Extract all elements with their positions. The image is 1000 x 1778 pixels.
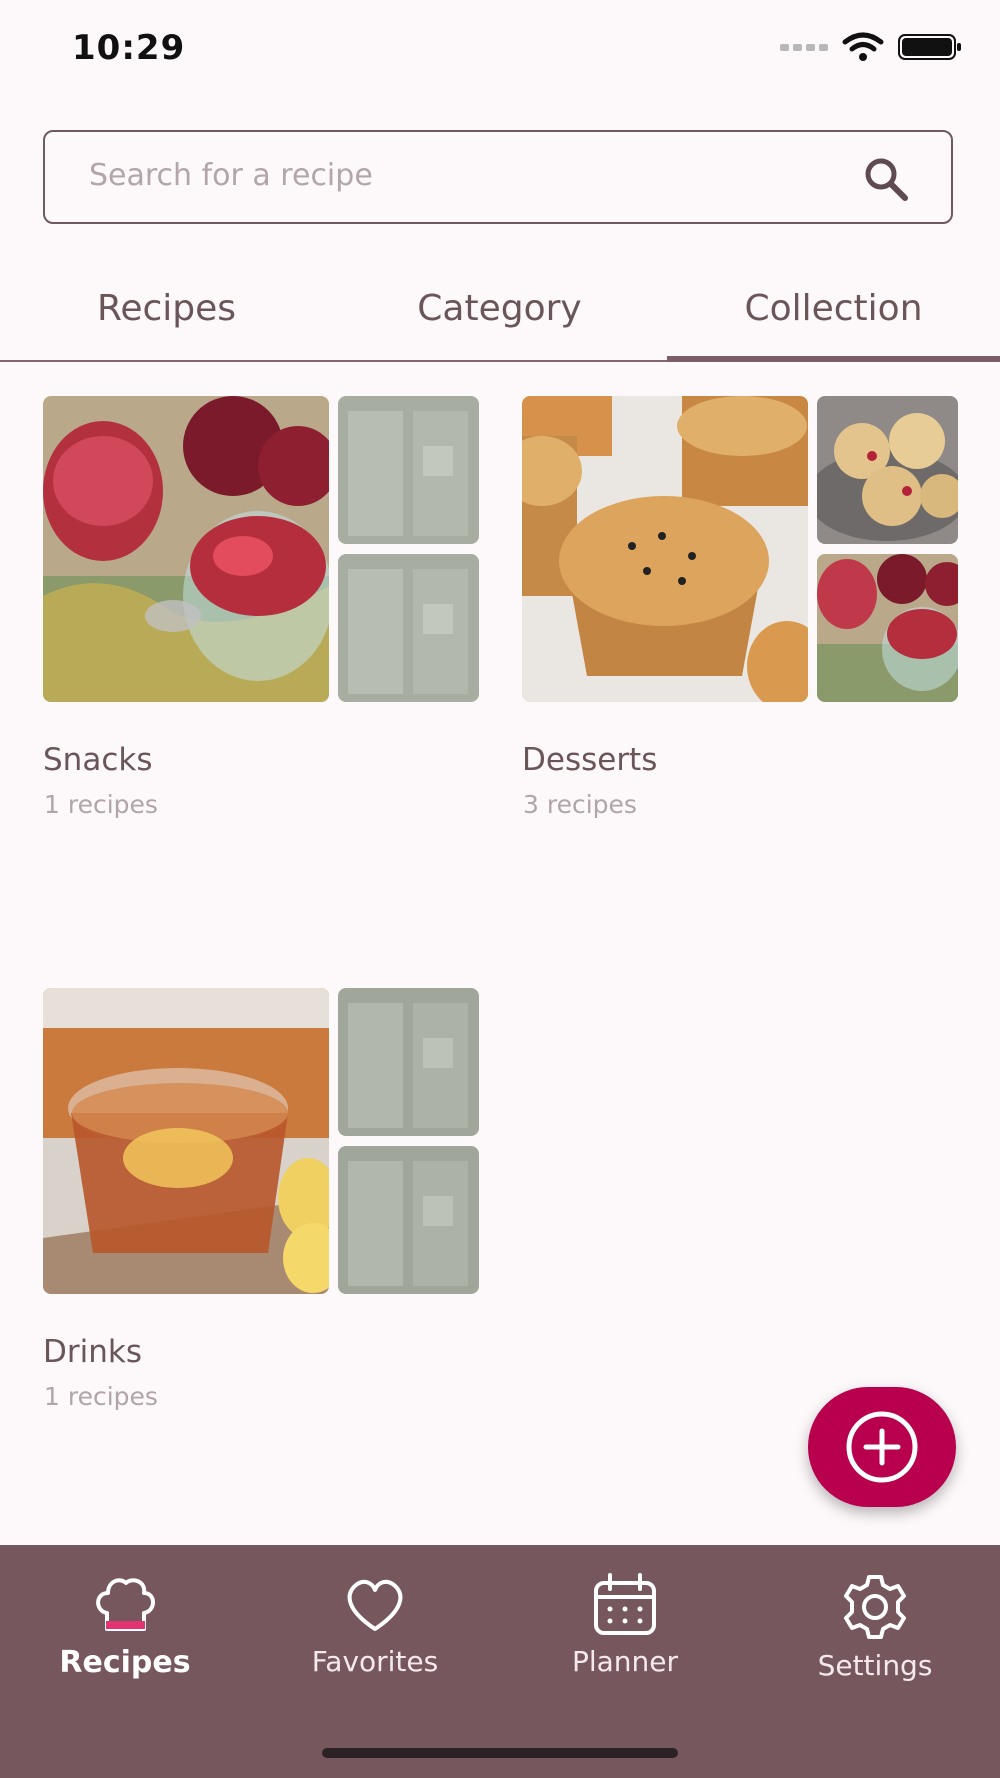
nav-label: Settings: [817, 1649, 933, 1682]
collection-thumb-placeholder: [338, 396, 479, 544]
collection-cover-image: [43, 396, 329, 702]
heart-icon: [347, 1579, 403, 1631]
collection-count: 3 recipes: [523, 790, 637, 819]
collection-count: 1 recipes: [44, 1382, 158, 1411]
nav-item-settings[interactable]: Settings: [750, 1573, 1000, 1682]
add-collection-button[interactable]: [808, 1387, 956, 1507]
search-icon[interactable]: [861, 154, 911, 204]
search-input[interactable]: Search for a recipe: [43, 130, 953, 224]
collection-title: Snacks: [43, 742, 153, 778]
collection-thumb-placeholder: [338, 1146, 479, 1294]
nav-item-planner[interactable]: Planner: [500, 1573, 750, 1678]
calendar-icon: [594, 1573, 656, 1635]
collection-title: Desserts: [522, 742, 658, 778]
status-time: 10:29: [72, 28, 186, 68]
nav-item-favorites[interactable]: Favorites: [250, 1573, 500, 1678]
collection-thumb-image: [817, 396, 958, 544]
collection-title: Drinks: [43, 1334, 142, 1370]
tab-collection[interactable]: Collection: [667, 288, 1000, 329]
collection-thumb-image: [817, 554, 958, 702]
collection-thumb-placeholder: [338, 554, 479, 702]
nav-label: Favorites: [311, 1645, 439, 1678]
collection-card-desserts[interactable]: Desserts 3 recipes: [522, 396, 962, 826]
tab-selected-indicator: [667, 356, 1000, 362]
add-circle-icon: [846, 1411, 918, 1483]
collection-card-snacks[interactable]: Snacks 1 recipes: [43, 396, 483, 826]
signal-icon: [780, 43, 828, 51]
nav-label: Planner: [571, 1645, 679, 1678]
collection-cover-image: [43, 988, 329, 1294]
status-icons: [780, 32, 962, 62]
bottom-navigation: Recipes Favorites Planner Settings: [0, 1545, 1000, 1778]
chef-hat-icon: [96, 1578, 155, 1631]
collection-card-drinks[interactable]: Drinks 1 recipes: [43, 988, 483, 1418]
gear-icon: [844, 1575, 906, 1639]
collection-count: 1 recipes: [44, 790, 158, 819]
status-bar: 10:29: [0, 0, 1000, 100]
tab-category[interactable]: Category: [333, 288, 666, 329]
collection-cover-image: [522, 396, 808, 702]
collection-thumb-placeholder: [338, 988, 479, 1136]
battery-icon: [898, 34, 961, 60]
wifi-icon: [842, 32, 884, 61]
nav-item-recipes[interactable]: Recipes: [0, 1573, 250, 1680]
search-placeholder: Search for a recipe: [89, 158, 373, 193]
tab-recipes[interactable]: Recipes: [0, 288, 333, 329]
nav-label: Recipes: [59, 1645, 191, 1680]
home-indicator: [322, 1748, 678, 1758]
tab-bar: Recipes Category Collection: [0, 260, 1000, 362]
